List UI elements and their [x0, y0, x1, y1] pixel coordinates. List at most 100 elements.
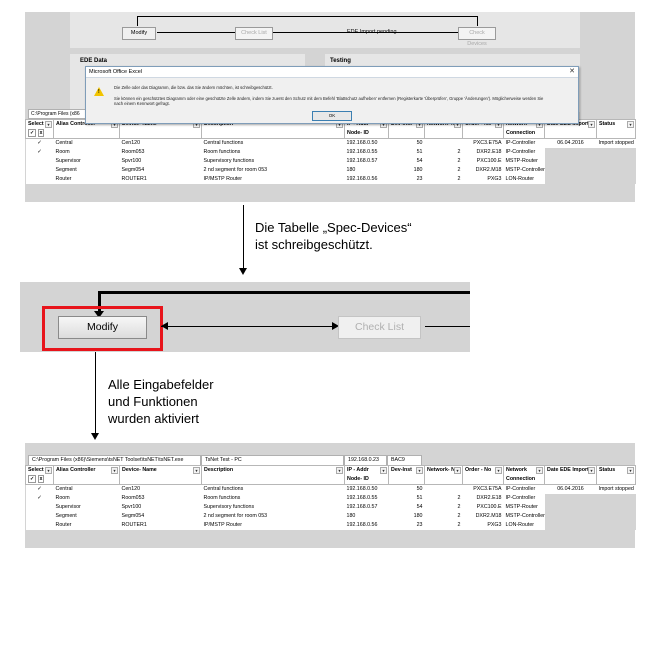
- cell-ip[interactable]: 180: [344, 512, 389, 521]
- checklist-button[interactable]: Check List: [338, 316, 421, 339]
- cell-ip[interactable]: 192.168.0.56: [344, 521, 389, 530]
- cell-alias[interactable]: Segment: [53, 166, 120, 175]
- row-select-checkbox[interactable]: [25, 503, 54, 512]
- select-all-checkbox[interactable]: ✓: [28, 475, 37, 483]
- cell-description[interactable]: Room functions: [201, 494, 345, 503]
- cell-device[interactable]: Spvr100: [119, 157, 202, 166]
- row-select-checkbox[interactable]: [25, 521, 54, 530]
- cell-description[interactable]: Central functions: [201, 484, 345, 494]
- col-devinst[interactable]: Dev-Inst ▾: [388, 465, 425, 485]
- cell-alias[interactable]: Room: [53, 148, 120, 157]
- dropdown-icon[interactable]: ▾: [588, 467, 595, 474]
- cell-devinst[interactable]: 23: [388, 521, 425, 530]
- dropdown-icon[interactable]: ▾: [454, 467, 461, 474]
- col-date[interactable]: Date EDE Import ▾: [544, 465, 597, 485]
- row-select-checkbox[interactable]: [25, 512, 54, 521]
- dropdown-icon[interactable]: ▾: [588, 121, 595, 128]
- ok-button[interactable]: OK: [312, 111, 352, 121]
- cell-device[interactable]: Segm054: [119, 166, 202, 175]
- row-select-checkbox[interactable]: [25, 157, 54, 166]
- modify-button-small[interactable]: Modify: [122, 27, 156, 40]
- cell-device[interactable]: Cen120: [119, 484, 202, 494]
- check-devices-button-small[interactable]: Check Devices: [458, 27, 496, 47]
- cell-ip[interactable]: 192.168.0.56: [344, 175, 389, 184]
- cell-order[interactable]: DXR2.E18: [462, 148, 504, 157]
- cell-ip[interactable]: 192.168.0.55: [344, 148, 389, 157]
- dropdown-icon[interactable]: ▾: [627, 467, 634, 474]
- cell-alias[interactable]: Room: [53, 494, 120, 503]
- col-ip[interactable]: IP - Addr Node- ID ▾: [344, 465, 389, 485]
- dropdown-icon[interactable]: ▾: [495, 467, 502, 474]
- row-select-checkbox[interactable]: [25, 166, 54, 175]
- dropdown-icon[interactable]: ▾: [416, 467, 423, 474]
- cell-devinst[interactable]: 50: [388, 138, 425, 148]
- cell-order[interactable]: PXC100.E: [462, 157, 504, 166]
- cell-order[interactable]: PXC3.E75A: [462, 484, 504, 494]
- cell-device[interactable]: ROUTER1: [119, 521, 202, 530]
- cell-network[interactable]: 2: [424, 503, 463, 512]
- cell-devinst[interactable]: 180: [388, 166, 425, 175]
- cell-network[interactable]: 2: [424, 494, 463, 503]
- col-netconn[interactable]: Network Connection ▾: [503, 465, 545, 485]
- checklist-button-small[interactable]: Check List: [235, 27, 273, 40]
- row-select-checkbox[interactable]: ✓: [25, 138, 54, 148]
- dropdown-icon[interactable]: ▾: [111, 467, 118, 474]
- cell-alias[interactable]: Router: [53, 521, 120, 530]
- cell-order[interactable]: DXR2.E18: [462, 494, 504, 503]
- cell-order[interactable]: DXR2.M18: [462, 512, 504, 521]
- col-network[interactable]: Network- N ▾: [424, 465, 463, 485]
- cell-devinst[interactable]: 54: [388, 503, 425, 512]
- cell-description[interactable]: 2 nd segment for room 053: [201, 166, 345, 175]
- select-none-checkbox[interactable]: x: [37, 475, 45, 483]
- cell-network[interactable]: [424, 484, 463, 494]
- cell-devinst[interactable]: 51: [388, 494, 425, 503]
- cell-device[interactable]: Segm054: [119, 512, 202, 521]
- cell-description[interactable]: 2 nd segment for room 053: [201, 512, 345, 521]
- cell-alias[interactable]: Router: [53, 175, 120, 184]
- col-status[interactable]: Status ▾: [596, 465, 636, 485]
- cell-alias[interactable]: Segment: [53, 512, 120, 521]
- cell-device[interactable]: ROUTER1: [119, 175, 202, 184]
- cell-ip[interactable]: 192.168.0.57: [344, 503, 389, 512]
- cell-network[interactable]: 2: [424, 148, 463, 157]
- cell-alias[interactable]: Central: [53, 138, 120, 148]
- row-select-checkbox[interactable]: ✓: [25, 148, 54, 157]
- row-select-checkbox[interactable]: [25, 175, 54, 184]
- cell-ip[interactable]: 192.168.0.57: [344, 157, 389, 166]
- cell-description[interactable]: IP/MSTP Router: [201, 521, 345, 530]
- dropdown-icon[interactable]: ▾: [193, 467, 200, 474]
- row-select-checkbox[interactable]: ✓: [25, 494, 54, 503]
- cell-devinst[interactable]: 23: [388, 175, 425, 184]
- dropdown-icon[interactable]: ▾: [380, 467, 387, 474]
- cell-network[interactable]: 2: [424, 512, 463, 521]
- cell-device[interactable]: Spvr100: [119, 503, 202, 512]
- cell-network[interactable]: 2: [424, 166, 463, 175]
- cell-description[interactable]: IP/MSTP Router: [201, 175, 345, 184]
- cell-ip[interactable]: 192.168.0.50: [344, 138, 389, 148]
- cell-order[interactable]: DXR2.M18: [462, 166, 504, 175]
- cell-description[interactable]: Room functions: [201, 148, 345, 157]
- modify-button[interactable]: Modify: [58, 316, 147, 339]
- select-none-checkbox[interactable]: x: [37, 129, 45, 137]
- dropdown-icon[interactable]: ▾: [45, 467, 52, 474]
- close-icon[interactable]: ✕: [569, 67, 575, 77]
- cell-device[interactable]: Room053: [119, 148, 202, 157]
- cell-network[interactable]: [424, 138, 463, 148]
- cell-order[interactable]: PXC3.E75A: [462, 138, 504, 148]
- col-select[interactable]: Select ▾ ✓ x: [25, 465, 54, 485]
- cell-devinst[interactable]: 50: [388, 484, 425, 494]
- cell-ip[interactable]: 180: [344, 166, 389, 175]
- cell-description[interactable]: Supervisory functions: [201, 503, 345, 512]
- dropdown-icon[interactable]: ▾: [536, 467, 543, 474]
- dropdown-icon[interactable]: ▾: [45, 121, 52, 128]
- col-order[interactable]: Order - No ▾: [462, 465, 504, 485]
- cell-network[interactable]: 2: [424, 175, 463, 184]
- cell-alias[interactable]: Supervisor: [53, 157, 120, 166]
- col-device[interactable]: Device- Name ▾: [119, 465, 202, 485]
- cell-description[interactable]: Central functions: [201, 138, 345, 148]
- col-description[interactable]: Description ▾: [201, 465, 345, 485]
- cell-ip[interactable]: 192.168.0.55: [344, 494, 389, 503]
- col-status[interactable]: Status ▾: [596, 119, 636, 139]
- cell-description[interactable]: Supervisory functions: [201, 157, 345, 166]
- dropdown-icon[interactable]: ▾: [336, 467, 343, 474]
